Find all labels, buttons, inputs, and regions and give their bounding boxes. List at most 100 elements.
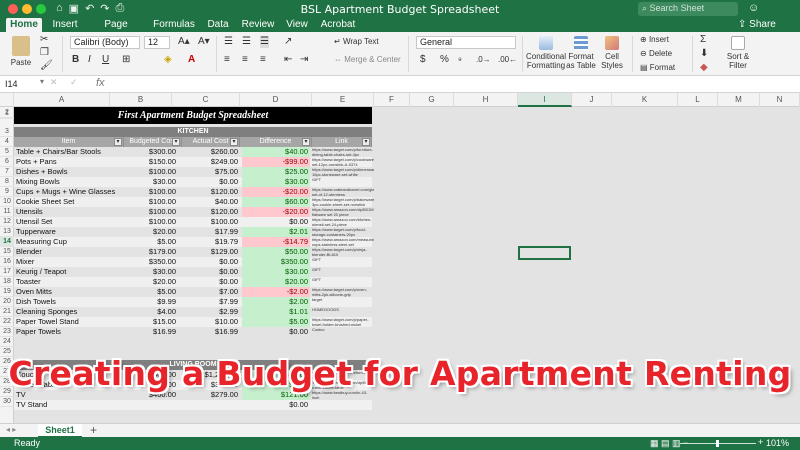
actual-cost-cell[interactable]: $120.00	[182, 207, 238, 217]
column-header[interactable]: M	[718, 93, 760, 107]
difference-cell[interactable]: $1.01	[242, 307, 310, 317]
increase-font-icon[interactable]: A▴	[178, 36, 190, 48]
item-cell[interactable]: Oven Mitts	[16, 287, 126, 297]
difference-cell[interactable]: $0.00	[242, 217, 310, 227]
difference-cell[interactable]: -$14.79	[242, 237, 310, 247]
budgeted-cost-cell[interactable]: $30.00	[126, 267, 176, 277]
budgeted-cost-cell[interactable]: $350.00	[126, 257, 176, 267]
item-cell[interactable]: Dish Towels	[16, 297, 126, 307]
actual-cost-cell[interactable]: $0.00	[182, 177, 238, 187]
increase-decimal-icon[interactable]: .0→	[476, 54, 491, 66]
item-cell[interactable]: Mixing Bowls	[16, 177, 126, 187]
actual-cost-cell[interactable]: $40.00	[182, 197, 238, 207]
column-header[interactable]: A	[14, 93, 110, 107]
link-cell[interactable]	[312, 400, 374, 410]
tab-data[interactable]: Data	[204, 18, 232, 32]
link-cell[interactable]: https://www.target.com/p/furniture-dinin…	[312, 147, 374, 157]
link-cell[interactable]: https://www.target.com/p/paper-towel-hol…	[312, 317, 374, 327]
difference-cell[interactable]: $60.00	[242, 197, 310, 207]
budgeted-cost-cell[interactable]: $100.00	[126, 217, 176, 227]
filter-dropdown-icon[interactable]: ▾	[230, 138, 238, 146]
budgeted-cost-cell[interactable]: $100.00	[126, 197, 176, 207]
actual-cost-cell[interactable]: $249.00	[182, 157, 238, 167]
share-button[interactable]: ⇪ Share	[738, 18, 776, 32]
align-bottom-icon[interactable]: ☰	[260, 36, 269, 48]
row-header[interactable]: 23	[0, 327, 14, 337]
column-header[interactable]: C	[172, 93, 240, 107]
link-cell[interactable]: https://www.target.com/p/cookware-set-12…	[312, 157, 374, 167]
row-header[interactable]: 10	[0, 197, 14, 207]
item-cell[interactable]: Toaster	[16, 277, 126, 287]
budgeted-cost-cell[interactable]: $100.00	[126, 207, 176, 217]
font-name-select[interactable]: Calibri (Body)	[70, 36, 140, 49]
filter-dropdown-icon[interactable]: ▾	[302, 138, 310, 146]
account-icon[interactable]: ☺	[748, 2, 759, 14]
link-cell[interactable]: https://www.target.com/p/food-storage-co…	[312, 227, 374, 237]
actual-cost-cell[interactable]: $120.00	[182, 187, 238, 197]
difference-cell[interactable]: $0.00	[242, 400, 310, 410]
format-painter-icon[interactable]: 🖌	[40, 60, 53, 72]
item-cell[interactable]: Paper Towels	[16, 327, 126, 337]
difference-cell[interactable]: $2.01	[242, 227, 310, 237]
insert-function-button[interactable]: fx	[96, 77, 105, 89]
align-center-icon[interactable]: ≡	[242, 54, 248, 66]
difference-cell[interactable]: $50.00	[242, 247, 310, 257]
filter-dropdown-icon[interactable]: ▾	[172, 138, 180, 146]
item-cell[interactable]: Cookie Sheet Set	[16, 197, 126, 207]
row-header[interactable]: 20	[0, 297, 14, 307]
row-header[interactable]: 2	[0, 108, 14, 118]
column-header[interactable]: G	[410, 93, 454, 107]
percent-button[interactable]: %	[440, 54, 449, 66]
difference-cell[interactable]: $25.00	[242, 167, 310, 177]
align-left-icon[interactable]: ≡	[224, 54, 230, 66]
wrap-text-button[interactable]: ↵ Wrap Text	[334, 36, 379, 48]
actual-cost-cell[interactable]: $0.00	[182, 267, 238, 277]
decrease-font-icon[interactable]: A▾	[198, 36, 210, 48]
actual-cost-cell[interactable]: $129.00	[182, 247, 238, 257]
name-box-dropdown-icon[interactable]: ▾	[40, 77, 44, 86]
cut-icon[interactable]: ✂	[40, 34, 48, 46]
filter-dropdown-icon[interactable]: ▾	[114, 138, 122, 146]
budgeted-cost-cell[interactable]: $15.00	[126, 317, 176, 327]
difference-cell[interactable]: $20.00	[242, 277, 310, 287]
row-header[interactable]: 9	[0, 187, 14, 197]
difference-cell[interactable]: -$20.00	[242, 207, 310, 217]
row-header[interactable]: 24	[0, 337, 14, 347]
row-header[interactable]: 13	[0, 227, 14, 237]
row-header[interactable]: 15	[0, 247, 14, 257]
item-cell[interactable]: Mixer	[16, 257, 126, 267]
tab-page-layout[interactable]: Page Layout	[88, 18, 144, 44]
budgeted-cost-cell[interactable]: $5.00	[126, 287, 176, 297]
actual-cost-cell[interactable]: $0.00	[182, 257, 238, 267]
item-cell[interactable]: Keurig / Teapot	[16, 267, 126, 277]
cell-styles-button[interactable]: Cell Styles	[598, 36, 626, 70]
cancel-entry-icon[interactable]: ✕	[50, 77, 58, 88]
font-size-select[interactable]: 12	[144, 36, 170, 49]
budgeted-cost-cell[interactable]: $100.00	[126, 167, 176, 177]
link-cell[interactable]: https://www.amazon.com/dp/B01MTV5 flatwa…	[312, 207, 374, 217]
link-cell[interactable]: GIFT	[312, 257, 374, 267]
item-cell[interactable]: Blender	[16, 247, 126, 257]
link-cell[interactable]: GIFT	[312, 267, 374, 277]
actual-cost-cell[interactable]: $19.79	[182, 237, 238, 247]
item-cell[interactable]: Utensils	[16, 207, 126, 217]
column-header[interactable]: H	[454, 93, 518, 107]
column-header[interactable]: F	[374, 93, 410, 107]
font-color-icon[interactable]: A	[188, 54, 195, 66]
bold-button[interactable]: B	[72, 54, 79, 66]
autosum-icon[interactable]: Σ	[700, 34, 706, 46]
row-header[interactable]: 3	[0, 127, 14, 137]
copy-icon[interactable]: ❐	[40, 47, 49, 59]
italic-button[interactable]: I	[88, 54, 91, 66]
difference-cell[interactable]: -$20.00	[242, 187, 310, 197]
difference-cell[interactable]: $40.00	[242, 147, 310, 157]
comma-style-icon[interactable]: ⁹	[458, 54, 462, 66]
column-header[interactable]: J	[572, 93, 612, 107]
column-header[interactable]: K	[612, 93, 678, 107]
budgeted-cost-cell[interactable]: $179.00	[126, 247, 176, 257]
indent-icon[interactable]: ⇤	[284, 54, 292, 66]
align-middle-icon[interactable]: ☰	[242, 36, 251, 48]
item-cell[interactable]: Tupperware	[16, 227, 126, 237]
column-header[interactable]: E	[312, 93, 374, 107]
link-cell[interactable]: GIFT	[312, 177, 374, 187]
